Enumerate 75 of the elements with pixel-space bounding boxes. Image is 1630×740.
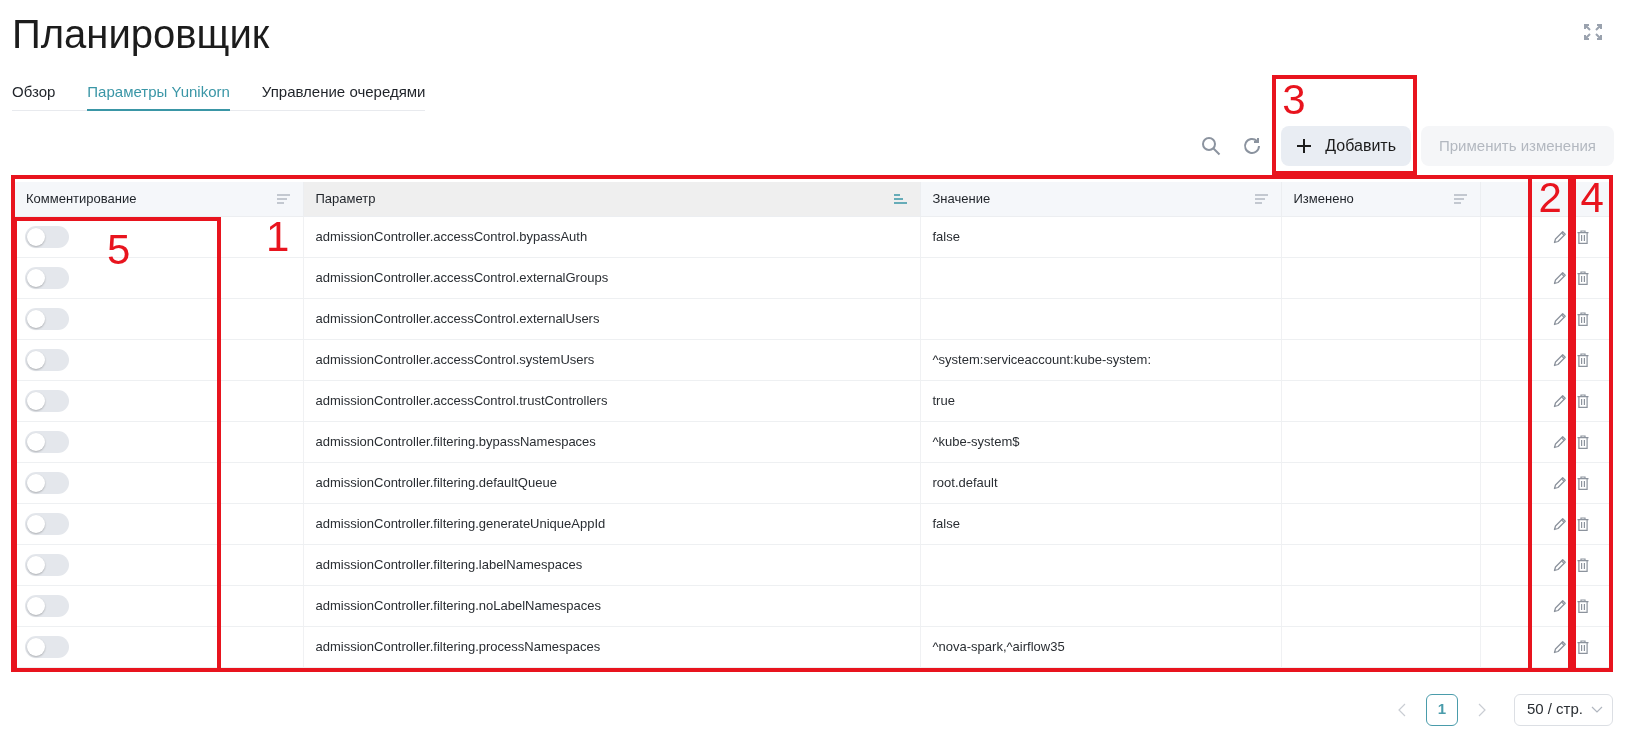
parameter-cell: admissionController.filtering.processNamespaces bbox=[303, 626, 920, 667]
trash-icon[interactable] bbox=[1576, 475, 1589, 490]
toggle-switch[interactable] bbox=[25, 594, 69, 617]
page-size-select[interactable]: 50 / стр. bbox=[1513, 693, 1613, 726]
parameter-cell: admissionController.accessControl.trustControllers bbox=[303, 380, 920, 421]
annotation-number: 4 bbox=[1580, 177, 1604, 219]
column-header[interactable]: Изменено bbox=[1281, 182, 1480, 216]
value-cell: false bbox=[920, 503, 1281, 544]
value-cell: ^kube-system$ bbox=[920, 421, 1281, 462]
pencil-icon[interactable] bbox=[1552, 311, 1567, 326]
parameter-cell: admissionController.filtering.defaultQueue bbox=[303, 462, 920, 503]
parameter-cell: admissionController.filtering.labelNamespaces bbox=[303, 544, 920, 585]
trash-icon[interactable] bbox=[1576, 393, 1589, 408]
plus-icon bbox=[1297, 139, 1312, 153]
add-button[interactable]: Добавить bbox=[1281, 126, 1411, 166]
toggle-switch[interactable] bbox=[25, 430, 69, 453]
pencil-icon[interactable] bbox=[1552, 557, 1567, 572]
pencil-icon[interactable] bbox=[1552, 229, 1567, 244]
page-title: Планировщик bbox=[12, 11, 270, 58]
value-cell: false bbox=[920, 216, 1281, 257]
toggle-switch[interactable] bbox=[25, 512, 69, 535]
fullscreen-icon[interactable] bbox=[1583, 23, 1603, 41]
chevron-down-icon bbox=[1591, 706, 1603, 713]
trash-icon[interactable] bbox=[1576, 434, 1589, 449]
value-cell: true bbox=[920, 380, 1281, 421]
refresh-icon[interactable] bbox=[1243, 137, 1262, 155]
pencil-icon[interactable] bbox=[1552, 393, 1567, 408]
annotation-number: 2 bbox=[1538, 177, 1562, 219]
toggle-switch[interactable] bbox=[25, 307, 69, 330]
annotation-number: 3 bbox=[1282, 79, 1306, 121]
tab[interactable]: Управление очередями bbox=[261, 75, 426, 111]
toggle-switch[interactable] bbox=[25, 266, 69, 289]
trash-icon[interactable] bbox=[1576, 516, 1589, 531]
column-header[interactable]: Параметр bbox=[303, 182, 920, 216]
sort-icon[interactable] bbox=[1453, 193, 1467, 204]
pencil-icon[interactable] bbox=[1552, 270, 1567, 285]
sort-icon[interactable] bbox=[276, 193, 290, 204]
trash-icon[interactable] bbox=[1576, 311, 1589, 326]
trash-icon[interactable] bbox=[1576, 229, 1589, 244]
parameter-cell: admissionController.accessControl.externalGroups bbox=[303, 257, 920, 298]
trash-icon[interactable] bbox=[1576, 557, 1589, 572]
parameter-cell: admissionController.filtering.bypassNamespaces bbox=[303, 421, 920, 462]
value-cell: ^nova-spark,^airflow35 bbox=[920, 626, 1281, 667]
value-cell: root.default bbox=[920, 462, 1281, 503]
annotation-number: 5 bbox=[107, 229, 131, 271]
trash-icon[interactable] bbox=[1576, 352, 1589, 367]
toggle-switch[interactable] bbox=[25, 553, 69, 576]
toggle-switch[interactable] bbox=[25, 225, 69, 248]
pencil-icon[interactable] bbox=[1552, 434, 1567, 449]
column-header[interactable]: Значение bbox=[920, 182, 1281, 216]
trash-icon[interactable] bbox=[1576, 270, 1589, 285]
parameter-cell: admissionController.accessControl.systemUsers bbox=[303, 339, 920, 380]
parameter-cell: admissionController.accessControl.bypassAuth bbox=[303, 216, 920, 257]
toggle-switch[interactable] bbox=[25, 389, 69, 412]
trash-icon[interactable] bbox=[1576, 639, 1589, 654]
annotation-number: 1 bbox=[266, 216, 290, 258]
pencil-icon[interactable] bbox=[1552, 639, 1567, 654]
parameter-cell: admissionController.filtering.noLabelNamespaces bbox=[303, 585, 920, 626]
pencil-icon[interactable] bbox=[1552, 475, 1567, 490]
tab[interactable]: Обзор bbox=[12, 75, 56, 111]
parameter-cell: admissionController.filtering.generateUniqueAppId bbox=[303, 503, 920, 544]
pencil-icon[interactable] bbox=[1552, 598, 1567, 613]
value-cell: ^system:serviceaccount:kube-system: bbox=[920, 339, 1281, 380]
toggle-switch[interactable] bbox=[25, 471, 69, 494]
pencil-icon[interactable] bbox=[1552, 352, 1567, 367]
tab[interactable]: Параметры Yunikorn bbox=[87, 75, 230, 111]
trash-icon[interactable] bbox=[1576, 598, 1589, 613]
pencil-icon[interactable] bbox=[1552, 516, 1567, 531]
sort-icon[interactable] bbox=[893, 193, 907, 204]
column-header[interactable]: Комментирование bbox=[14, 182, 303, 216]
toggle-switch[interactable] bbox=[25, 635, 69, 658]
sort-icon[interactable] bbox=[1254, 193, 1268, 204]
parameter-cell: admissionController.accessControl.externalUsers bbox=[303, 298, 920, 339]
toggle-switch[interactable] bbox=[25, 348, 69, 371]
search-icon[interactable] bbox=[1201, 136, 1222, 156]
